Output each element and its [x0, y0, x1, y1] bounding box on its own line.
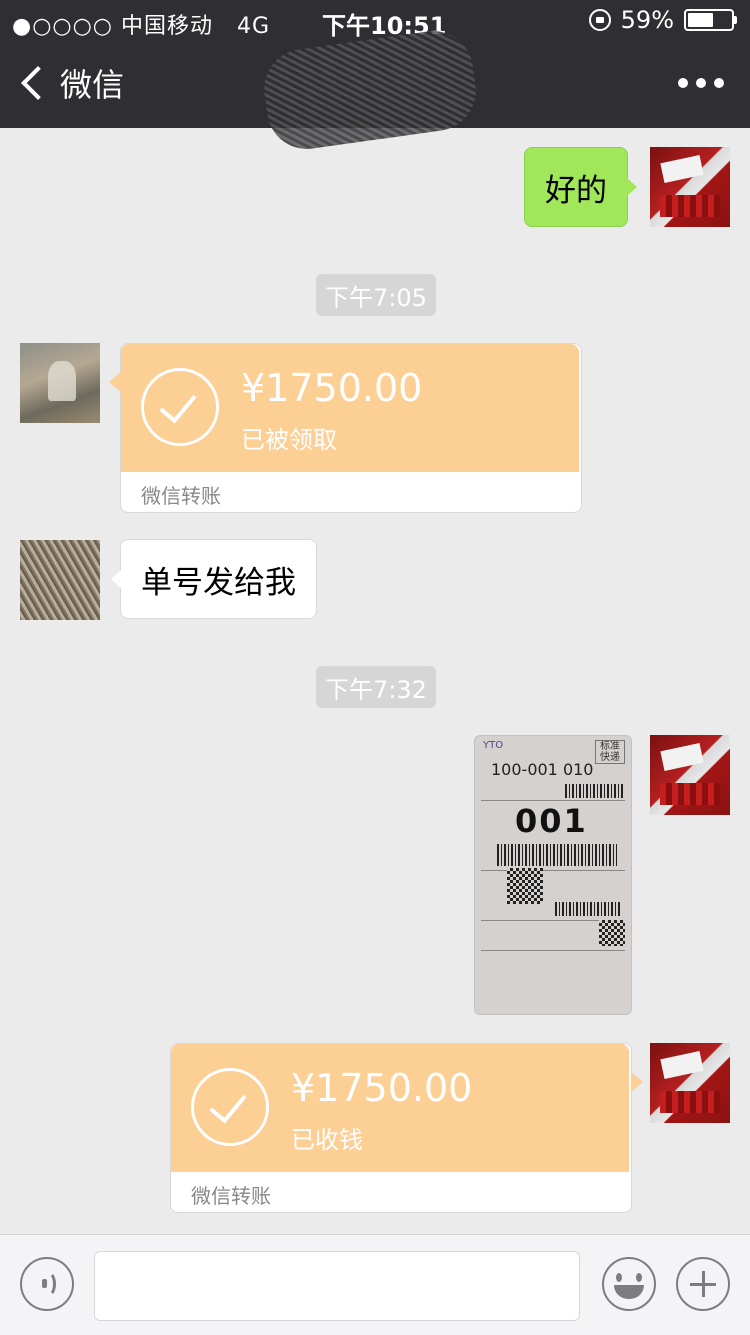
- barcode-small: [565, 784, 623, 798]
- more-icon[interactable]: [678, 78, 724, 88]
- courier-logo: YTO: [483, 740, 504, 751]
- avatar-self[interactable]: [650, 735, 730, 815]
- transfer-card-incoming[interactable]: ¥1750.00 已被领取 微信转账: [109, 343, 582, 513]
- transfer-footer: 微信转账: [141, 484, 221, 508]
- redaction-scribble: [259, 25, 481, 155]
- transfer-card-outgoing[interactable]: ¥1750.00 已收钱 微信转账: [170, 1043, 643, 1213]
- transfer-amount: ¥1750.00: [241, 366, 423, 410]
- plus-icon[interactable]: [676, 1257, 730, 1311]
- qr-code-small: [599, 920, 625, 946]
- timestamp-text: 下午7:32: [325, 675, 427, 704]
- transfer-status: 已收钱: [291, 1126, 363, 1154]
- waybill-code: 100-001 010: [491, 760, 594, 779]
- avatar-contact[interactable]: [20, 540, 100, 620]
- avatar-self[interactable]: [650, 147, 730, 227]
- battery-icon: [684, 9, 737, 31]
- qr-code: [507, 868, 543, 904]
- carrier-info: ●○○○○ 中国移动 4G: [12, 8, 270, 40]
- timestamp-text: 下午7:05: [325, 283, 427, 312]
- status-bar: ●○○○○ 中国移动 4G 下午10:51 59%: [0, 0, 750, 40]
- battery-percent: 59%: [620, 6, 674, 34]
- back-label: 微信: [60, 66, 125, 104]
- waybill-sort-code: 001: [515, 802, 588, 840]
- timestamp-chip: 下午7:32: [316, 666, 436, 708]
- waybill-service-type: 标准快递: [595, 740, 625, 764]
- top-bar: ●○○○○ 中国移动 4G 下午10:51 59% 微信: [0, 0, 750, 155]
- divider: [481, 870, 625, 871]
- transfer-header: ¥1750.00 已收钱: [171, 1044, 629, 1172]
- lock-icon: [588, 9, 611, 31]
- divider: [481, 800, 625, 801]
- message-input[interactable]: [94, 1251, 580, 1321]
- back-button[interactable]: 微信: [18, 60, 124, 106]
- input-bar: [0, 1234, 750, 1335]
- check-circle-icon: [141, 368, 219, 446]
- transfer-header: ¥1750.00 已被领取: [121, 344, 579, 472]
- chat-title-redacted: [259, 25, 481, 155]
- transfer-footer: 微信转账: [191, 1184, 271, 1208]
- avatar-contact[interactable]: [20, 343, 100, 423]
- carrier-name: 中国移动: [120, 14, 213, 39]
- timestamp-chip: 下午7:05: [316, 274, 436, 316]
- divider: [481, 950, 625, 951]
- voice-icon[interactable]: [20, 1257, 74, 1311]
- check-circle-icon: [191, 1068, 269, 1146]
- battery-fill: [688, 13, 713, 27]
- emoji-icon[interactable]: [602, 1257, 656, 1311]
- nav-bar: 微信: [0, 25, 750, 155]
- back-chevron-icon: [21, 66, 55, 100]
- message-text: 好的: [545, 172, 607, 209]
- network-type: 4G: [236, 14, 271, 39]
- image-message-waybill[interactable]: YTO 标准快递 100-001 010 001: [474, 735, 632, 1015]
- avatar-self[interactable]: [650, 1043, 730, 1123]
- barcode-secondary: [555, 902, 621, 916]
- signal-strength: ●○○○○: [12, 14, 113, 39]
- status-right: 59%: [588, 6, 737, 34]
- message-bubble-outgoing[interactable]: 好的: [524, 147, 637, 227]
- transfer-amount: ¥1750.00: [291, 1066, 473, 1110]
- message-text: 单号发给我: [141, 564, 296, 601]
- message-bubble-incoming[interactable]: 单号发给我: [111, 539, 317, 619]
- transfer-status: 已被领取: [241, 426, 337, 454]
- barcode-main: [497, 844, 617, 866]
